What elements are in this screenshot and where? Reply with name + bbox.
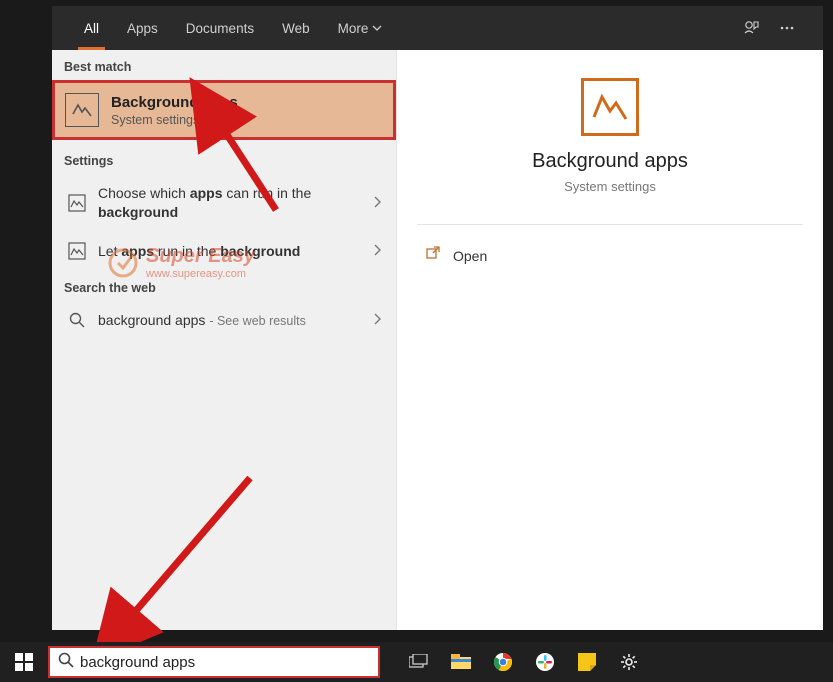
start-button[interactable]: [0, 642, 48, 682]
best-match-text: Background apps System settings: [111, 94, 238, 127]
open-external-icon: [425, 245, 441, 266]
open-label: Open: [453, 248, 487, 264]
best-match-result[interactable]: Background apps System settings: [52, 80, 396, 140]
section-search-web: Search the web: [52, 271, 396, 301]
feedback-icon[interactable]: [733, 10, 769, 46]
tab-documents[interactable]: Documents: [172, 6, 268, 50]
best-match-title: Background apps: [111, 94, 238, 111]
search-filter-tabs: All Apps Documents Web More: [52, 6, 823, 50]
chrome-icon[interactable]: [482, 642, 524, 682]
chevron-right-icon: [372, 243, 382, 259]
divider: [417, 224, 803, 225]
taskbar: [0, 642, 833, 682]
tab-web[interactable]: Web: [268, 6, 324, 50]
more-options-icon[interactable]: [769, 10, 805, 46]
slack-icon[interactable]: [524, 642, 566, 682]
tab-apps[interactable]: Apps: [113, 6, 172, 50]
search-icon: [66, 312, 88, 328]
detail-title: Background apps: [532, 150, 688, 173]
open-action[interactable]: Open: [397, 231, 823, 280]
tab-more[interactable]: More: [324, 6, 397, 50]
web-result-text: background apps - See web results: [98, 311, 372, 330]
best-match-subtitle: System settings: [111, 113, 238, 127]
file-explorer-icon[interactable]: [440, 642, 482, 682]
tab-all[interactable]: All: [70, 6, 113, 50]
tab-more-label: More: [338, 21, 369, 36]
settings-result-choose-apps[interactable]: Choose which apps can run in the backgro…: [52, 174, 396, 232]
search-icon: [58, 652, 74, 673]
settings-gear-icon[interactable]: [608, 642, 650, 682]
settings-result-text: Choose which apps can run in the backgro…: [98, 184, 372, 222]
settings-display-icon: [66, 242, 88, 260]
results-left-column: Best match Background apps System settin…: [52, 50, 396, 630]
taskview-icon[interactable]: [398, 642, 440, 682]
chevron-right-icon: [372, 312, 382, 328]
section-settings: Settings: [52, 144, 396, 174]
taskbar-pinned-apps: [398, 642, 650, 682]
settings-display-icon: [66, 194, 88, 212]
result-detail-panel: Background apps System settings Open: [396, 50, 823, 630]
settings-result-text: Let apps run in the background: [98, 242, 372, 261]
settings-display-icon: [65, 93, 99, 127]
detail-subtitle: System settings: [564, 179, 656, 194]
detail-header: Background apps System settings: [397, 50, 823, 218]
settings-result-let-apps[interactable]: Let apps run in the background: [52, 232, 396, 271]
section-best-match: Best match: [52, 50, 396, 80]
sticky-notes-icon[interactable]: [566, 642, 608, 682]
result-large-icon: [581, 78, 639, 136]
search-input[interactable]: [80, 654, 370, 671]
chevron-right-icon: [372, 195, 382, 211]
taskbar-search-box[interactable]: [48, 646, 380, 678]
search-results-panel: Best match Background apps System settin…: [52, 50, 823, 630]
chevron-down-icon: [372, 21, 382, 36]
web-result[interactable]: background apps - See web results: [52, 301, 396, 340]
